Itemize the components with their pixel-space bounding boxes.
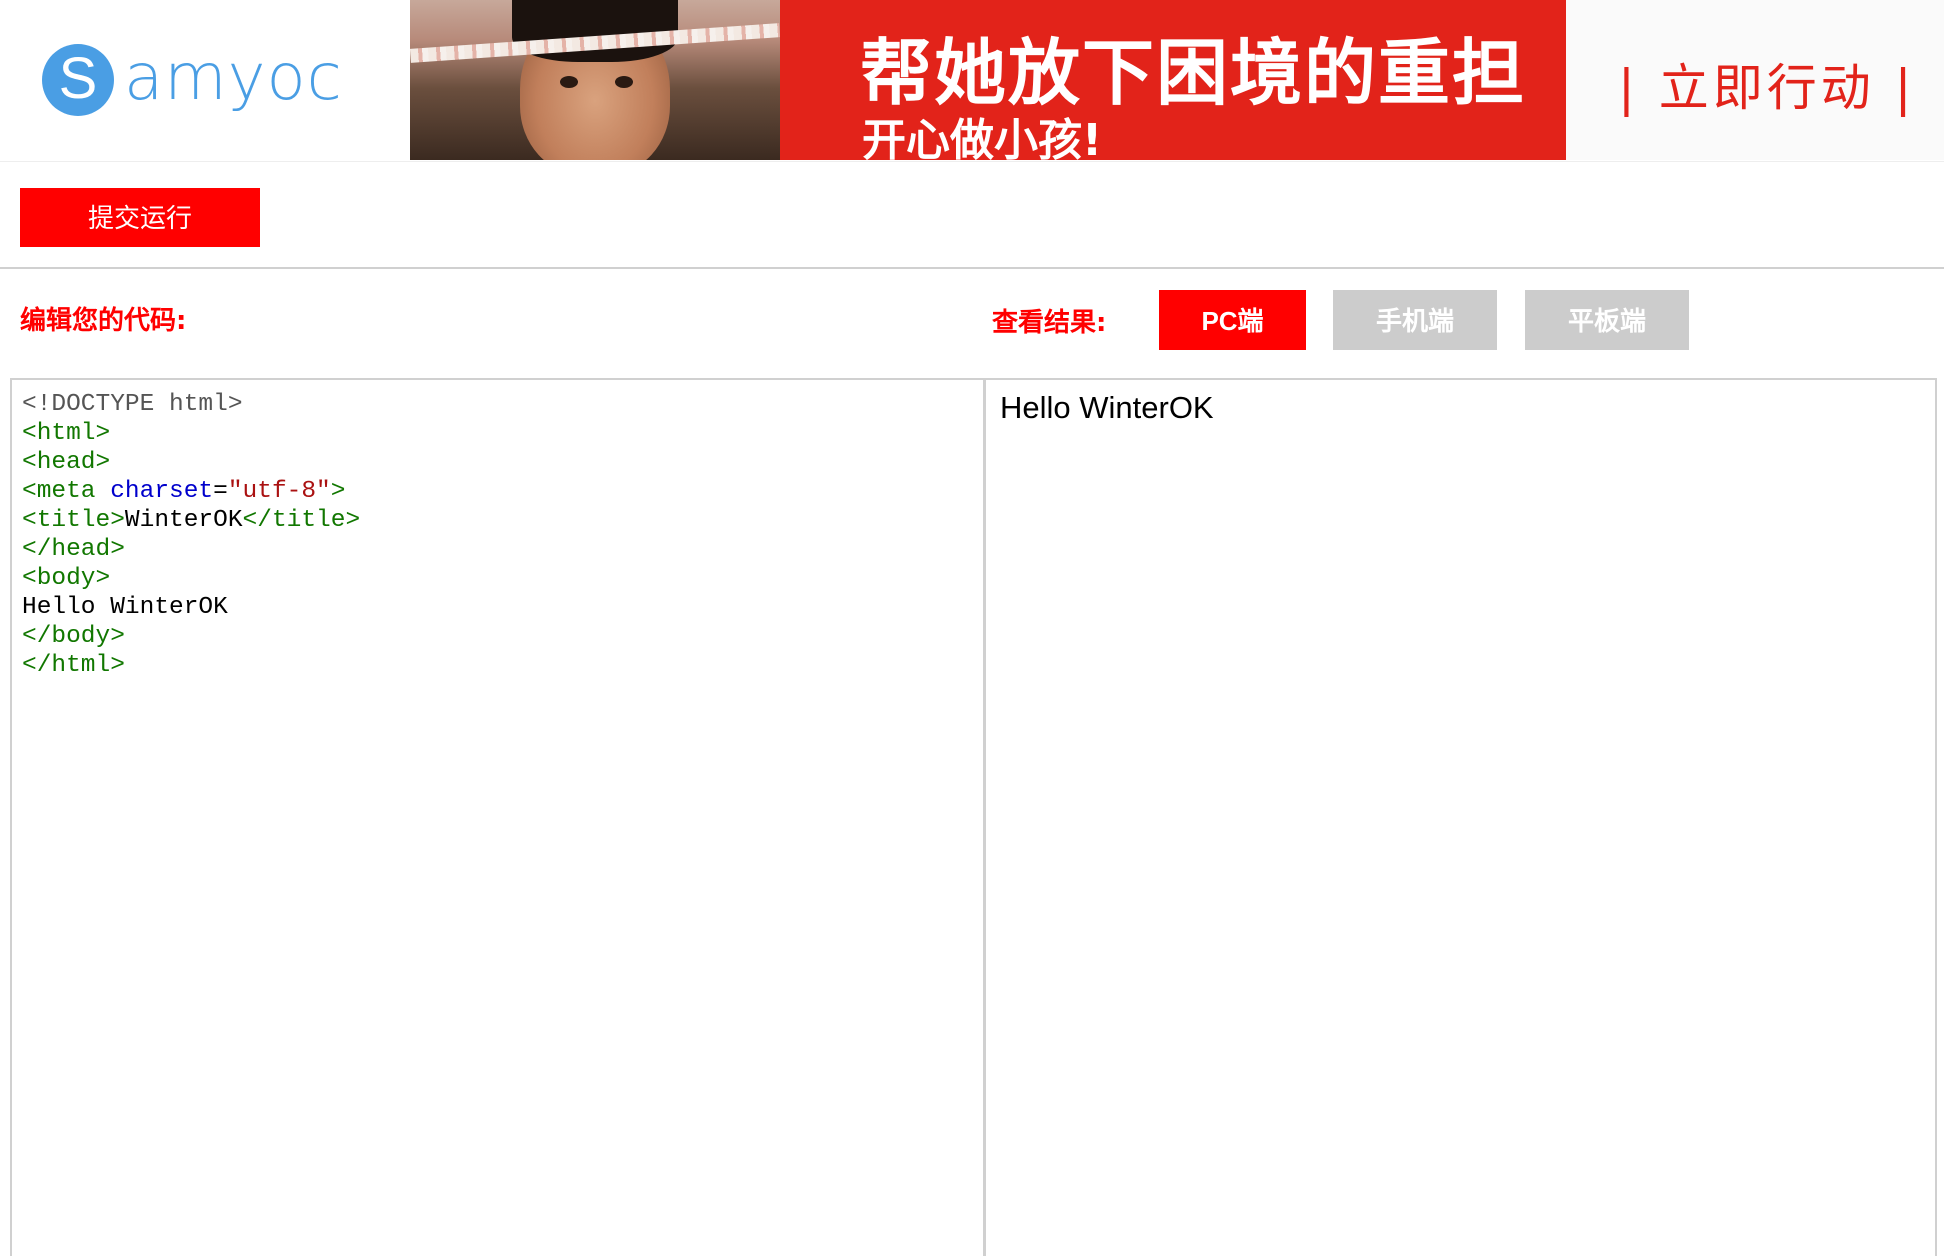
edit-code-label: 编辑您的代码:	[20, 306, 187, 336]
view-result-label: 查看结果:	[992, 308, 1107, 338]
code-editor[interactable]: <!DOCTYPE html> <html> <head> <meta charset…	[10, 378, 985, 1256]
code-line: </html>	[22, 651, 983, 680]
code-token: </html>	[22, 652, 125, 679]
code-line: <body>	[22, 564, 983, 593]
code-token: </body>	[22, 623, 125, 650]
code-token: <meta	[22, 478, 111, 505]
code-token: charset	[110, 478, 214, 505]
ad-banner[interactable]: 帮她放下困境的重担 开心做小孩! | 立即行动 |	[410, 0, 1944, 160]
code-line: </head>	[22, 535, 983, 564]
view-pc-button[interactable]: PC端	[1159, 290, 1306, 350]
code-line: <html>	[22, 419, 983, 448]
divider	[0, 267, 1944, 269]
code-line: </body>	[22, 622, 983, 651]
code-line: <!DOCTYPE html>	[22, 390, 983, 419]
logo-mark: S	[42, 44, 114, 116]
code-line: <title>WinterOK</title>	[22, 506, 983, 535]
logo-text: amyoc	[124, 41, 343, 115]
code-token: <title>	[22, 507, 125, 534]
code-token: <!DOCTYPE html>	[22, 391, 243, 418]
code-token: <html>	[22, 420, 111, 447]
code-line: Hello WinterOK	[22, 593, 983, 622]
submit-run-button[interactable]: 提交运行	[20, 188, 260, 247]
banner-cta-link[interactable]: | 立即行动 |	[1618, 48, 1915, 120]
code-token: WinterOK	[124, 507, 243, 534]
site-header: S amyoc 帮她放下困境的重担 开心做小孩! | 立即行动 |	[0, 0, 1944, 162]
code-line: <head>	[22, 448, 983, 477]
code-token: >	[330, 478, 346, 505]
code-line: <meta charset="utf-8">	[22, 477, 983, 506]
banner-subtitle: 开心做小孩!	[862, 115, 1103, 160]
result-output-text: Hello WinterOK	[1000, 390, 1214, 425]
view-mobile-button[interactable]: 手机端	[1333, 290, 1497, 350]
code-content[interactable]: <!DOCTYPE html> <html> <head> <meta charset…	[12, 380, 983, 680]
code-token: Hello WinterOK	[22, 594, 228, 621]
view-tablet-button[interactable]: 平板端	[1525, 290, 1689, 350]
code-token: =	[213, 478, 228, 505]
banner-child-photo	[410, 0, 781, 160]
child-eye-left	[560, 76, 578, 88]
result-preview: Hello WinterOK	[984, 378, 1937, 1256]
code-token: <body>	[22, 565, 111, 592]
code-token: </title>	[242, 507, 361, 534]
code-token: "utf-8"	[227, 478, 331, 505]
code-token: </head>	[22, 536, 125, 563]
child-eye-right	[615, 76, 633, 88]
code-token: <head>	[22, 449, 111, 476]
site-logo[interactable]: S amyoc	[42, 38, 342, 122]
